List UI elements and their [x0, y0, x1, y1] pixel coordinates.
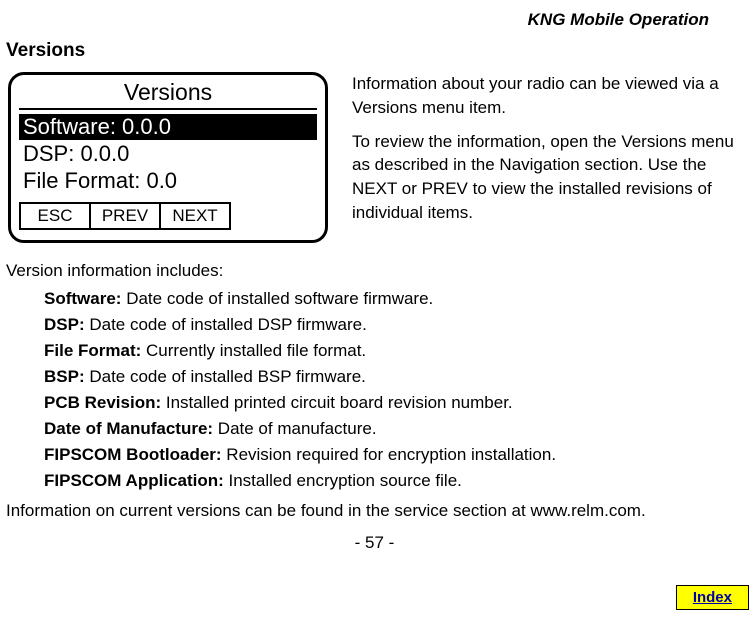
page-number: - 57 -	[0, 521, 749, 553]
info-item-date: Date of Manufacture: Date of manufacture…	[44, 419, 749, 439]
softkey-row: ESC PREV NEXT	[19, 202, 231, 230]
footer-note: Information on current versions can be f…	[0, 497, 749, 521]
description-p1: Information about your radio can be view…	[352, 72, 741, 120]
info-item-software: Software: Date code of installed softwar…	[44, 289, 749, 309]
screen-item-file-format[interactable]: File Format: 0.0	[19, 168, 317, 194]
softkey-prev[interactable]: PREV	[91, 204, 161, 228]
info-item-fipscom-app: FIPSCOM Application: Installed encryptio…	[44, 471, 749, 491]
info-item-bsp: BSP: Date code of installed BSP firmware…	[44, 367, 749, 387]
info-item-file-format: File Format: Currently installed file fo…	[44, 341, 749, 361]
softkey-next[interactable]: NEXT	[161, 204, 229, 228]
info-intro: Version information includes:	[0, 243, 749, 289]
softkey-esc[interactable]: ESC	[21, 204, 91, 228]
section-title: Versions	[0, 30, 749, 72]
info-item-dsp: DSP: Date code of installed DSP firmware…	[44, 315, 749, 335]
content-row: Versions Software: 0.0.0 DSP: 0.0.0 File…	[0, 72, 749, 243]
device-screen: Versions Software: 0.0.0 DSP: 0.0.0 File…	[8, 72, 328, 243]
index-tab[interactable]: Index	[676, 585, 749, 610]
info-list: Software: Date code of installed softwar…	[0, 289, 749, 491]
screen-item-software[interactable]: Software: 0.0.0	[19, 114, 317, 140]
page-header: KNG Mobile Operation	[0, 0, 749, 30]
description-block: Information about your radio can be view…	[328, 72, 741, 243]
screen-title: Versions	[19, 79, 317, 110]
description-p2: To review the information, open the Vers…	[352, 130, 741, 225]
info-item-fipscom-boot: FIPSCOM Bootloader: Revision required fo…	[44, 445, 749, 465]
screen-item-dsp[interactable]: DSP: 0.0.0	[19, 141, 317, 167]
info-item-pcb: PCB Revision: Installed printed circuit …	[44, 393, 749, 413]
